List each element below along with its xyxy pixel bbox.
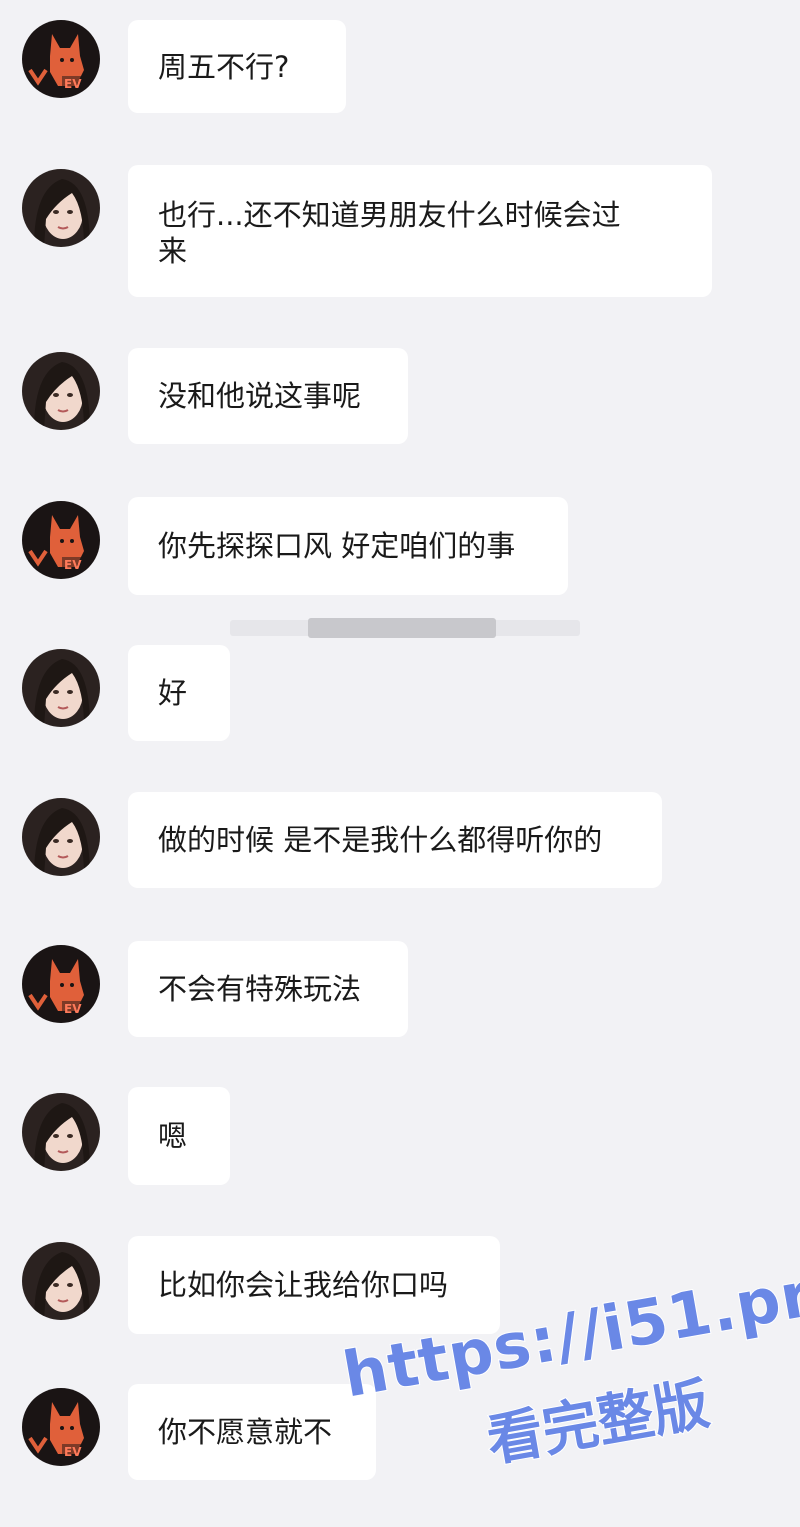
- message-bubble[interactable]: 嗯: [128, 1087, 230, 1185]
- girl-avatar-icon[interactable]: [22, 169, 100, 247]
- svg-text:EV: EV: [64, 1445, 82, 1459]
- girl-avatar-icon[interactable]: [22, 649, 100, 727]
- message-text: 没和他说这事呢: [158, 379, 362, 413]
- message-text: 嗯: [158, 1119, 188, 1153]
- message-text: 好: [158, 676, 188, 710]
- message-text: 你先探探口风 好定咱们的事: [158, 529, 516, 563]
- cat-avatar-icon[interactable]: EV: [22, 945, 100, 1023]
- message-text: 也行...还不知道男朋友什么时候会过来: [158, 198, 621, 268]
- girl-avatar-icon[interactable]: [22, 798, 100, 876]
- cat-avatar-icon[interactable]: EV: [22, 1388, 100, 1466]
- message-bubble[interactable]: 好: [128, 645, 230, 741]
- girl-avatar-icon[interactable]: [22, 1242, 100, 1320]
- message-text: 不会有特殊玩法: [158, 972, 362, 1006]
- message-text: 你不愿意就不: [158, 1415, 333, 1449]
- girl-avatar-icon[interactable]: [22, 352, 100, 430]
- message-bubble[interactable]: 你先探探口风 好定咱们的事: [128, 497, 568, 595]
- message-bubble[interactable]: 也行...还不知道男朋友什么时候会过来: [128, 165, 712, 297]
- message-bubble[interactable]: 没和他说这事呢: [128, 348, 408, 444]
- message-text: 周五不行?: [158, 49, 290, 84]
- message-text: 做的时候 是不是我什么都得听你的: [158, 823, 603, 857]
- message-bubble[interactable]: 不会有特殊玩法: [128, 941, 408, 1037]
- message-bubble[interactable]: 周五不行?: [128, 20, 346, 113]
- svg-text:EV: EV: [64, 558, 82, 572]
- svg-text:EV: EV: [64, 1002, 82, 1016]
- cat-avatar-icon[interactable]: EV: [22, 20, 100, 98]
- cat-avatar-icon[interactable]: EV: [22, 501, 100, 579]
- blurred-system-notice: [230, 616, 580, 640]
- girl-avatar-icon[interactable]: [22, 1093, 100, 1171]
- message-bubble[interactable]: 你不愿意就不: [128, 1384, 376, 1480]
- svg-text:EV: EV: [64, 77, 82, 91]
- message-bubble[interactable]: 做的时候 是不是我什么都得听你的: [128, 792, 662, 888]
- message-text: 比如你会让我给你口吗: [158, 1268, 449, 1302]
